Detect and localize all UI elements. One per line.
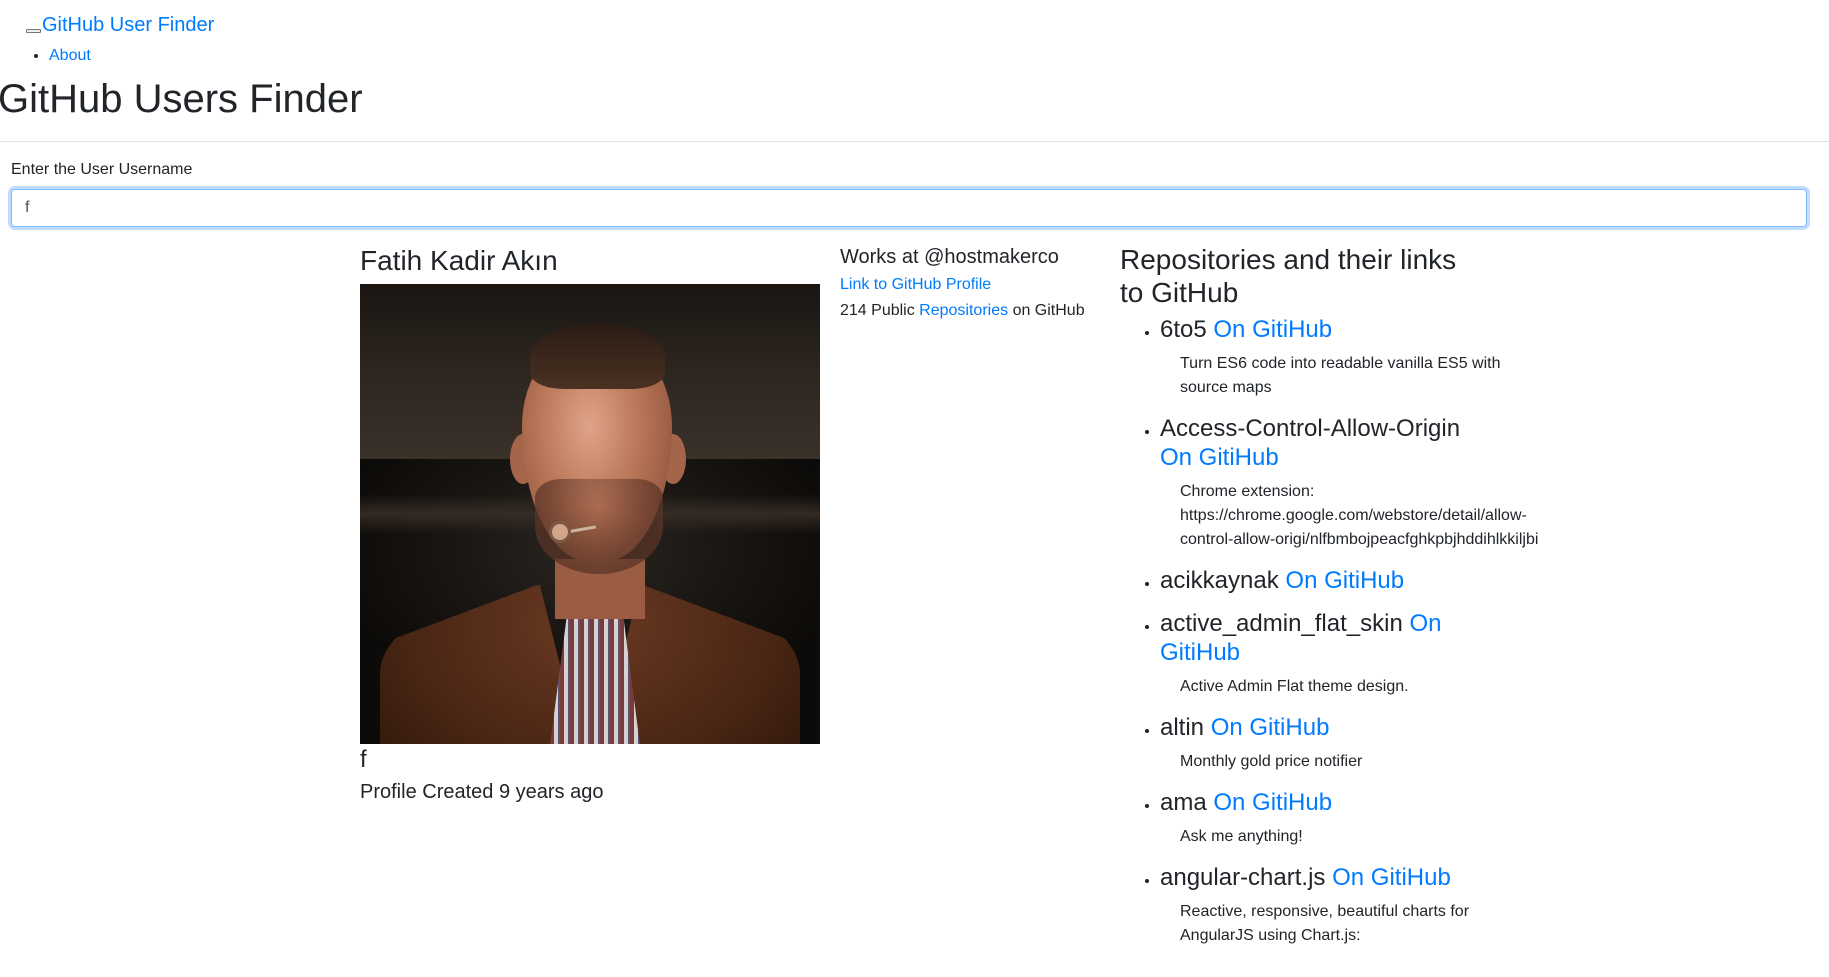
repo-heading: ama On GitiHub [1160,788,1470,817]
repo-heading: Access-Control-Allow-Origin On GitiHub [1160,414,1470,472]
repo-heading: active_admin_flat_skin On GitiHub [1160,609,1470,667]
repo-count-suffix: on GitHub [1012,302,1085,319]
repo-github-link[interactable]: On GitiHub [1213,316,1332,343]
user-company: Works at @hostmakerco [840,246,1059,268]
repo-name: active_admin_flat_skin [1160,610,1403,637]
username-input[interactable] [11,189,1807,227]
repo-item: angular-chart.js On GitiHub Reactive, re… [1160,863,1540,948]
navbar-toggle-button[interactable] [26,29,41,33]
repo-item: altin On GitiHub Monthly gold price noti… [1160,713,1540,774]
repo-name: 6to5 [1160,316,1207,343]
nav-list: About [0,44,91,68]
repo-heading: 6to5 On GitiHub [1160,315,1470,344]
page-title: GitHub Users Finder [0,77,363,121]
nav-item-about: About [49,44,91,68]
profile-link-row: Link to GitHub Profile [840,273,1110,297]
username-label: Enter the User Username [11,161,193,178]
repo-description: Reactive, responsive, beautiful charts f… [1180,903,1470,944]
repo-name: ama [1160,789,1207,816]
repositories-link[interactable]: Repositories [919,302,1008,319]
repo-heading: altin On GitiHub [1160,713,1470,742]
repo-name: altin [1160,714,1205,741]
avatar [360,284,820,744]
repo-description: Ask me anything! [1180,828,1303,845]
repo-count-prefix: 214 Public [840,302,915,319]
repo-item: 6to5 On GitiHub Turn ES6 code into reada… [1160,315,1540,400]
repo-count-row: 214 Public Repositories on GitHub [840,299,1110,323]
repo-list: 6to5 On GitiHub Turn ES6 code into reada… [1120,315,1540,948]
repo-description: Turn ES6 code into readable vanilla ES5 … [1180,355,1501,396]
repo-github-link[interactable]: On GitiHub [1285,567,1404,594]
navbar-brand-link[interactable]: GitHub User Finder [42,12,214,38]
repo-github-link[interactable]: On GitiHub [1211,714,1330,741]
repo-name: Access-Control-Allow-Origin [1160,415,1461,442]
repo-heading: acikkaynak On GitiHub [1160,566,1470,595]
avatar-mic [552,524,568,540]
profile-created: Profile Created 9 years ago [360,781,604,803]
user-login: f [360,746,367,773]
repo-item: active_admin_flat_skin On GitiHub Active… [1160,609,1540,699]
repo-item: ama On GitiHub Ask me anything! [1160,788,1540,849]
navbar-row: GitHub User Finder [26,12,214,38]
avatar-hair [530,324,665,389]
repo-item: acikkaynak On GitiHub [1160,566,1540,595]
info-column: Works at @hostmakerco Link to GitHub Pro… [840,243,1110,323]
repositories-column: Repositories and their links to GitHub 6… [1120,243,1540,962]
header-divider [0,141,1829,142]
repo-description: Chrome extension: https://chrome.google.… [1180,483,1539,548]
repo-github-link[interactable]: On GitiHub [1160,444,1279,471]
github-profile-link[interactable]: Link to GitHub Profile [840,276,991,293]
repo-heading: angular-chart.js On GitiHub [1160,863,1470,892]
repositories-title: Repositories and their links to GitHub [1120,244,1457,308]
repo-name: angular-chart.js [1160,864,1326,891]
repo-github-link[interactable]: On GitiHub [1332,864,1451,891]
repo-github-link[interactable]: On GitiHub [1213,789,1332,816]
repo-item: Access-Control-Allow-Origin On GitiHub C… [1160,414,1540,552]
repo-description: Monthly gold price notifier [1180,753,1363,770]
about-link[interactable]: About [49,47,91,64]
repo-name: acikkaynak [1160,567,1279,594]
profile-column: Fatih Kadir Akın f Profile Created 9 yea… [360,243,820,806]
user-full-name: Fatih Kadir Akın [360,245,558,276]
repo-description: Active Admin Flat theme design. [1180,678,1409,695]
